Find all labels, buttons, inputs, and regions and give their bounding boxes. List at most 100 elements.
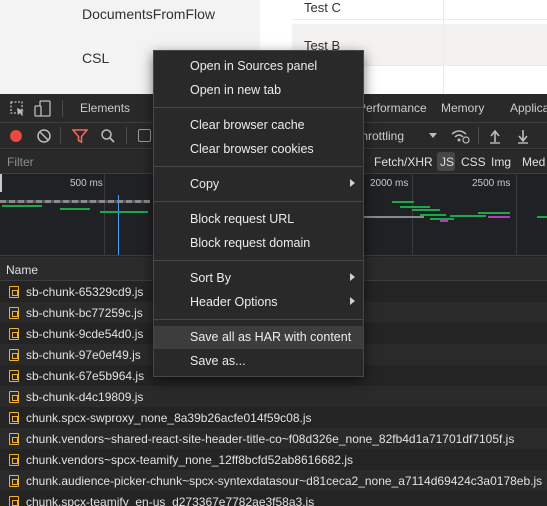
menu-item-open-in-sources[interactable]: Open in Sources panel bbox=[154, 55, 363, 78]
toolbar-divider bbox=[478, 127, 479, 144]
menu-item-label: Header Options bbox=[190, 295, 278, 309]
script-file-icon bbox=[9, 496, 19, 506]
script-file-icon bbox=[9, 433, 19, 445]
timeline-tick-label: 2000 ms bbox=[370, 178, 409, 189]
device-toolbar-icon[interactable] bbox=[34, 100, 52, 117]
request-name: sb-chunk-d4c19809.js bbox=[26, 390, 144, 404]
script-file-icon bbox=[9, 412, 19, 424]
waterfall-bar bbox=[450, 215, 486, 217]
tab-application[interactable]: Applica bbox=[510, 101, 547, 115]
menu-item-copy[interactable]: Copy bbox=[154, 173, 363, 196]
timeline-gridline bbox=[104, 174, 105, 256]
menu-item-label: Clear browser cookies bbox=[190, 142, 314, 156]
submenu-arrow-icon bbox=[350, 273, 355, 281]
request-name: chunk.spcx-teamify_en-us_d273367e7782ae3… bbox=[26, 495, 315, 506]
tab-elements[interactable]: Elements bbox=[80, 101, 130, 115]
dom-content-loaded-marker bbox=[118, 195, 119, 255]
import-har-icon[interactable] bbox=[488, 128, 502, 144]
menu-item-label: Open in new tab bbox=[190, 83, 282, 97]
request-name: chunk.spcx-swproxy_none_8a39b26acfe014f5… bbox=[26, 411, 312, 425]
waterfall-bar bbox=[420, 214, 446, 216]
list-row[interactable]: Test C bbox=[292, 0, 547, 20]
request-name: sb-chunk-9cde54d0.js bbox=[26, 327, 144, 341]
menu-item-header-options[interactable]: Header Options bbox=[154, 291, 363, 314]
menu-item-label: Block request URL bbox=[190, 212, 295, 226]
menu-item-label: Clear browser cache bbox=[190, 118, 305, 132]
menu-separator bbox=[154, 201, 363, 202]
table-row[interactable]: chunk.vendors~shared-react-site-header-t… bbox=[0, 428, 547, 449]
waterfall-bars-early bbox=[0, 200, 150, 203]
script-file-icon bbox=[9, 307, 19, 319]
nav-item-documentsfromflow[interactable]: DocumentsFromFlow bbox=[82, 6, 215, 22]
filter-type-fetch-xhr[interactable]: Fetch/XHR bbox=[374, 155, 433, 169]
menu-item-label: Copy bbox=[190, 177, 220, 191]
table-row[interactable]: chunk.audience-picker-chunk~spcx-syntexd… bbox=[0, 470, 547, 491]
menu-item-sort-by[interactable]: Sort By bbox=[154, 267, 363, 290]
script-file-icon bbox=[9, 286, 19, 298]
filter-icon[interactable] bbox=[72, 128, 88, 144]
waterfall-bar bbox=[478, 212, 510, 214]
menu-separator bbox=[154, 319, 363, 320]
menu-item-save-all-as-har[interactable]: Save all as HAR with content bbox=[154, 326, 363, 349]
menu-separator bbox=[154, 260, 363, 261]
filter-type-js[interactable]: JS bbox=[440, 155, 454, 169]
submenu-arrow-icon bbox=[350, 179, 355, 187]
throttling-select-label[interactable]: throttling bbox=[358, 129, 404, 143]
tab-performance-label: Performance bbox=[358, 101, 427, 115]
column-divider bbox=[443, 0, 444, 94]
record-icon[interactable] bbox=[8, 128, 24, 144]
table-row[interactable]: chunk.vendors~spcx-teamify_none_12ff8bcf… bbox=[0, 449, 547, 470]
menu-item-label: Open in Sources panel bbox=[190, 59, 318, 73]
chevron-down-icon[interactable] bbox=[428, 132, 438, 140]
script-file-icon bbox=[9, 349, 19, 361]
menu-item-clear-browser-cache[interactable]: Clear browser cache bbox=[154, 114, 363, 137]
waterfall-bar bbox=[2, 205, 42, 207]
menu-item-clear-browser-cookies[interactable]: Clear browser cookies bbox=[154, 138, 363, 161]
menu-separator bbox=[154, 166, 363, 167]
timeline-gridline bbox=[412, 174, 413, 256]
waterfall-bar bbox=[440, 220, 448, 222]
menu-item-open-in-new-tab[interactable]: Open in new tab bbox=[154, 79, 363, 102]
filter-type-media[interactable]: Med bbox=[522, 155, 545, 169]
menu-item-block-request-url[interactable]: Block request URL bbox=[154, 208, 363, 231]
column-header-name[interactable]: Name bbox=[6, 263, 38, 277]
table-row[interactable]: chunk.spcx-teamify_en-us_d273367e7782ae3… bbox=[0, 491, 547, 506]
search-icon[interactable] bbox=[100, 128, 116, 144]
preserve-log-checkbox[interactable] bbox=[138, 129, 151, 142]
waterfall-bar bbox=[60, 208, 90, 210]
script-file-icon bbox=[9, 475, 19, 487]
request-name: sb-chunk-bc77259c.js bbox=[26, 306, 143, 320]
waterfall-bar bbox=[412, 209, 440, 211]
script-file-icon bbox=[9, 454, 19, 466]
table-row[interactable]: chunk.spcx-swproxy_none_8a39b26acfe014f5… bbox=[0, 407, 547, 428]
script-file-icon bbox=[9, 370, 19, 382]
tab-performance[interactable]: Performance bbox=[358, 101, 427, 115]
filter-type-css[interactable]: CSS bbox=[461, 155, 486, 169]
menu-separator bbox=[154, 107, 363, 108]
inspect-element-icon[interactable] bbox=[10, 101, 26, 117]
clear-icon[interactable] bbox=[36, 128, 52, 144]
waterfall-bar bbox=[537, 216, 547, 218]
request-name: chunk.vendors~spcx-teamify_none_12ff8bcf… bbox=[26, 453, 354, 467]
menu-item-save-as[interactable]: Save as... bbox=[154, 350, 363, 373]
waterfall-bar bbox=[400, 206, 430, 208]
timeline-gridline bbox=[516, 174, 517, 256]
export-har-icon[interactable] bbox=[516, 128, 530, 144]
network-conditions-icon[interactable] bbox=[450, 127, 470, 145]
filter-type-img[interactable]: Img bbox=[491, 155, 511, 169]
table-row[interactable]: sb-chunk-d4c19809.js bbox=[0, 386, 547, 407]
tab-memory[interactable]: Memory bbox=[441, 101, 484, 115]
list-row-title: Test C bbox=[304, 0, 341, 15]
request-name: sb-chunk-97e0ef49.js bbox=[26, 348, 141, 362]
menu-item-block-request-domain[interactable]: Block request domain bbox=[154, 232, 363, 255]
timeline-tick-label: 500 ms bbox=[70, 178, 103, 189]
waterfall-bar bbox=[392, 201, 414, 203]
script-file-icon bbox=[9, 391, 19, 403]
request-name: chunk.vendors~shared-react-site-header-t… bbox=[26, 432, 515, 446]
request-name: chunk.audience-picker-chunk~spcx-syntexd… bbox=[26, 474, 543, 488]
filter-input[interactable]: Filter bbox=[7, 155, 34, 169]
nav-item-csl[interactable]: CSL bbox=[82, 50, 109, 66]
menu-item-label: Sort By bbox=[190, 271, 231, 285]
request-name: sb-chunk-67e5b964.js bbox=[26, 369, 145, 383]
submenu-arrow-icon bbox=[350, 297, 355, 305]
